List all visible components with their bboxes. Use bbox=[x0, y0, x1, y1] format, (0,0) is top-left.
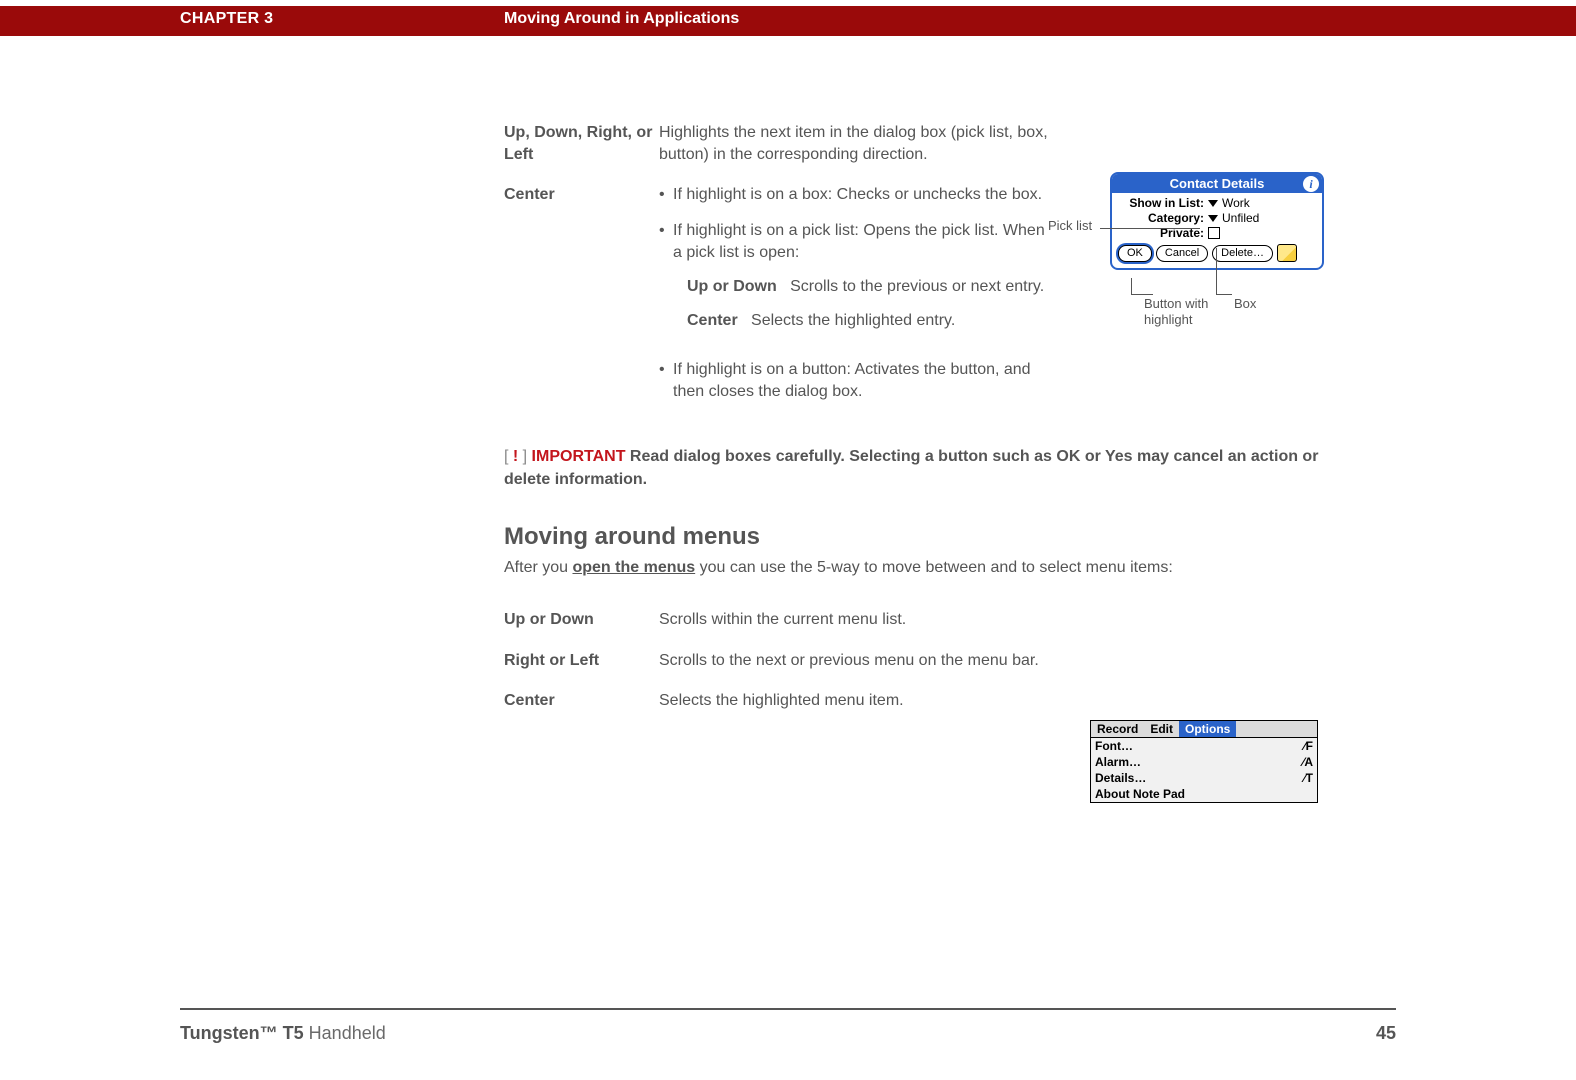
leader-line bbox=[1131, 294, 1153, 295]
bullet-text: If highlight is on a button: Activates t… bbox=[673, 359, 1054, 403]
important-note: [ ! ] IMPORTANT Read dialog boxes carefu… bbox=[504, 445, 1334, 491]
important-text: Read dialog boxes carefully. Selecting a… bbox=[504, 448, 1318, 488]
definition-row: Right or Left Scrolls to the next or pre… bbox=[504, 650, 1074, 672]
text: After you bbox=[504, 559, 572, 576]
sub-definition: Up or Down Scrolls to the previous or ne… bbox=[687, 276, 1054, 298]
sub-desc: Selects the highlighted entry. bbox=[751, 312, 955, 329]
private-checkbox[interactable] bbox=[1208, 227, 1220, 239]
field-value[interactable]: Unfiled bbox=[1222, 211, 1259, 225]
callout-label: Box bbox=[1234, 296, 1256, 312]
dropdown-menu: Font… ⁄F Alarm… ⁄A Details… ⁄T About Note P… bbox=[1090, 738, 1318, 803]
sub-definition: Center Selects the highlighted entry. bbox=[687, 310, 1054, 332]
dialog-row: Show in List: Work bbox=[1118, 196, 1316, 210]
dropdown-icon[interactable] bbox=[1208, 200, 1218, 207]
callout-label: Pick list bbox=[1048, 218, 1092, 234]
product-rest: Handheld bbox=[304, 1023, 386, 1043]
product-name: Tungsten™ T5 Handheld bbox=[180, 1023, 386, 1044]
menu-item-shortcut: ⁄A bbox=[1302, 754, 1313, 770]
menu-record[interactable]: Record bbox=[1091, 721, 1144, 737]
menu-item-label: Font… bbox=[1095, 738, 1133, 754]
chapter-label: CHAPTER 3 bbox=[180, 10, 273, 28]
contact-details-dialog: Contact Details i Show in List: Work Cat… bbox=[1110, 172, 1324, 270]
bullet-icon: • bbox=[659, 220, 673, 344]
leader-line bbox=[1216, 294, 1232, 295]
sub-term: Center bbox=[687, 312, 738, 329]
leader-line bbox=[1100, 228, 1200, 229]
definition: Scrolls within the current menu list. bbox=[659, 609, 1054, 631]
dropdown-icon[interactable] bbox=[1208, 215, 1218, 222]
note-icon[interactable] bbox=[1277, 244, 1297, 262]
ok-button[interactable]: OK bbox=[1118, 245, 1152, 262]
menu-item[interactable]: Alarm… ⁄A bbox=[1091, 754, 1317, 770]
menu-item[interactable]: Details… ⁄T bbox=[1091, 770, 1317, 786]
field-label: Show in List: bbox=[1118, 196, 1208, 210]
term: Up, Down, Right, or Left bbox=[504, 122, 659, 166]
leader-line bbox=[1216, 248, 1217, 294]
menubar: Record Edit Options bbox=[1090, 720, 1318, 738]
bracket: [ bbox=[504, 448, 513, 465]
page-footer: Tungsten™ T5 Handheld 45 bbox=[180, 1023, 1396, 1044]
term: Center bbox=[504, 690, 659, 712]
bullet-text: If highlight is on a pick list: Opens th… bbox=[673, 220, 1054, 344]
field-label: Category: bbox=[1118, 211, 1208, 225]
definition: •If highlight is on a box: Checks or unc… bbox=[659, 184, 1054, 417]
text: If highlight is on a pick list: Opens th… bbox=[673, 222, 1045, 261]
leader-line bbox=[1131, 278, 1132, 294]
bullet-text: If highlight is on a box: Checks or unch… bbox=[673, 184, 1054, 206]
menu-item[interactable]: Font… ⁄F bbox=[1091, 738, 1317, 754]
definition: Selects the highlighted menu item. bbox=[659, 690, 1054, 712]
page-title: Moving Around in Applications bbox=[504, 10, 739, 28]
text: you can use the 5-way to move between an… bbox=[695, 559, 1173, 576]
menu-item-label: Details… bbox=[1095, 770, 1146, 786]
definition-row: Up, Down, Right, or Left Highlights the … bbox=[504, 122, 1384, 166]
section-intro: After you open the menus you can use the… bbox=[504, 557, 1334, 579]
term: Up or Down bbox=[504, 609, 659, 631]
sub-desc: Scrolls to the previous or next entry. bbox=[790, 278, 1044, 295]
dialog-row: Category: Unfiled bbox=[1118, 211, 1316, 225]
cancel-button[interactable]: Cancel bbox=[1156, 245, 1208, 262]
bracket: ] bbox=[518, 448, 527, 465]
footer-rule bbox=[180, 1008, 1396, 1010]
info-icon[interactable]: i bbox=[1303, 176, 1319, 192]
menu-item[interactable]: About Note Pad bbox=[1091, 786, 1317, 802]
page-number: 45 bbox=[1376, 1023, 1396, 1044]
definition-row: Up or Down Scrolls within the current me… bbox=[504, 609, 1074, 631]
section-heading: Moving around menus bbox=[504, 523, 1384, 551]
delete-button[interactable]: Delete… bbox=[1212, 245, 1273, 262]
callout-label: Button with highlight bbox=[1144, 296, 1224, 327]
menu-edit[interactable]: Edit bbox=[1144, 721, 1179, 737]
menu-item-shortcut: ⁄F bbox=[1304, 738, 1313, 754]
sub-term: Up or Down bbox=[687, 278, 777, 295]
dialog-titlebar: Contact Details i bbox=[1112, 174, 1322, 193]
menu-item-label: About Note Pad bbox=[1095, 786, 1185, 802]
bullet-icon: • bbox=[659, 184, 673, 206]
important-label: IMPORTANT bbox=[527, 448, 625, 465]
definition: Scrolls to the next or previous menu on … bbox=[659, 650, 1054, 672]
menu-item-label: Alarm… bbox=[1095, 754, 1141, 770]
term: Right or Left bbox=[504, 650, 659, 672]
page-header: CHAPTER 3 Moving Around in Applications bbox=[0, 6, 1576, 36]
term: Center bbox=[504, 184, 659, 417]
field-value[interactable]: Work bbox=[1222, 196, 1250, 210]
menu-example: Record Edit Options Font… ⁄F Alarm… ⁄A Det… bbox=[1090, 720, 1318, 803]
dialog-title: Contact Details bbox=[1170, 176, 1265, 191]
definition: Highlights the next item in the dialog b… bbox=[659, 122, 1054, 166]
definition-row: Center Selects the highlighted menu item… bbox=[504, 690, 1074, 712]
product-bold: Tungsten™ T5 bbox=[180, 1023, 304, 1043]
bullet-icon: • bbox=[659, 359, 673, 403]
link-open-menus[interactable]: open the menus bbox=[572, 559, 695, 576]
menu-options[interactable]: Options bbox=[1179, 721, 1236, 737]
menu-item-shortcut: ⁄T bbox=[1304, 770, 1313, 786]
